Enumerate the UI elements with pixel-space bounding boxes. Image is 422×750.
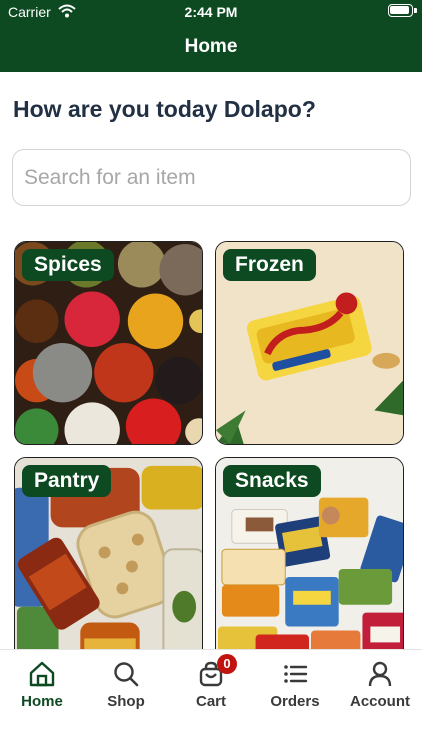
tab-label: Shop [107,693,145,710]
user-icon [368,661,392,687]
tab-shop[interactable]: Shop [84,658,168,716]
cart-count-badge: 0 [217,654,237,674]
tab-label: Account [350,693,410,710]
category-label: Snacks [223,465,321,497]
battery-icon [388,4,413,17]
tab-orders[interactable]: Orders [253,658,337,716]
tab-label: Home [21,693,63,710]
category-card-pantry[interactable]: Pantry [14,457,203,649]
category-card-frozen[interactable]: Frozen [215,241,404,445]
tab-label: Cart [195,693,226,710]
bottom-tab-bar: Home Shop 0 Cart Orders Account [0,649,422,750]
category-card-spices[interactable]: Spices [14,241,203,445]
page-title: Home [184,36,238,57]
list-icon [284,665,308,683]
search-icon [114,662,139,687]
search-input[interactable] [12,149,411,206]
tab-cart[interactable]: 0 Cart [169,654,253,716]
greeting-heading: How are you today Dolapo? [13,96,316,122]
category-label: Pantry [22,465,112,497]
app-header: Carrier 2:44 PM Home [0,0,422,72]
category-label: Spices [22,249,114,281]
tab-account[interactable]: Account [338,658,422,716]
category-card-snacks[interactable]: Snacks [215,457,404,649]
tab-label: Orders [270,693,320,710]
category-grid: Spices Frozen Pantry Snacks [0,241,422,649]
home-icon [29,661,55,687]
category-label: Frozen [223,249,316,281]
status-bar: Carrier 2:44 PM [0,0,422,24]
tab-home[interactable]: Home [0,658,84,716]
battery-tip [414,8,417,13]
status-time: 2:44 PM [184,4,238,20]
